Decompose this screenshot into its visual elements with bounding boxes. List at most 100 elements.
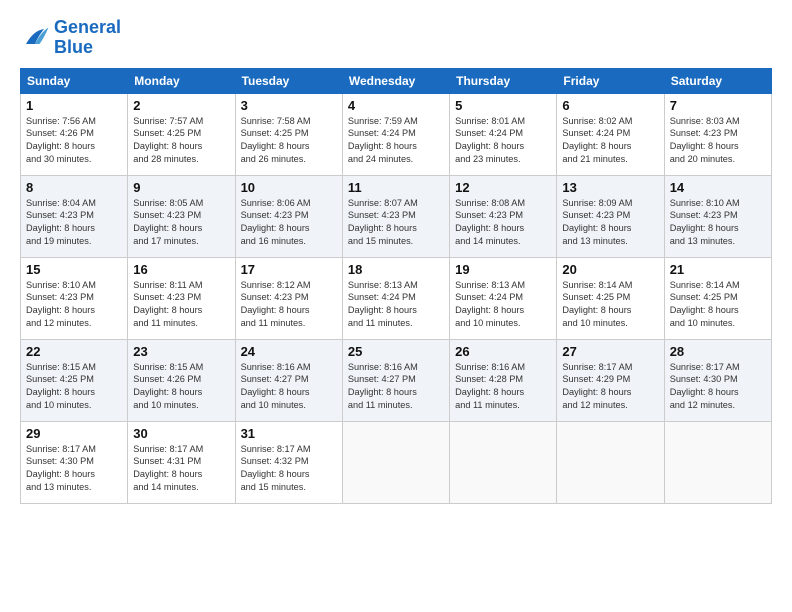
cell-text: Sunrise: 8:11 AMSunset: 4:23 PMDaylight:…	[133, 279, 229, 331]
logo: General Blue	[20, 18, 121, 58]
page: General Blue SundayMondayTuesdayWednesda…	[0, 0, 792, 514]
logo-blue: Blue	[54, 37, 93, 57]
cell-text: Sunrise: 8:12 AMSunset: 4:23 PMDaylight:…	[241, 279, 337, 331]
calendar-cell: 9Sunrise: 8:05 AMSunset: 4:23 PMDaylight…	[128, 175, 235, 257]
calendar-cell: 1 Sunrise: 7:56 AMSunset: 4:26 PMDaylight…	[21, 93, 128, 175]
day-number: 8	[26, 180, 122, 195]
weekday-header-friday: Friday	[557, 68, 664, 93]
cell-text: Sunrise: 8:16 AMSunset: 4:28 PMDaylight:…	[455, 361, 551, 413]
calendar-cell: 10 Sunrise: 8:06 AMSunset: 4:23 PMDayligh…	[235, 175, 342, 257]
calendar-cell: 13 Sunrise: 8:09 AMSunset: 4:23 PMDayligh…	[557, 175, 664, 257]
cell-text: Sunrise: 8:16 AMSunset: 4:27 PMDaylight:…	[241, 361, 337, 413]
day-number: 30	[133, 426, 229, 441]
calendar-cell: 19 Sunrise: 8:13 AMSunset: 4:24 PMDayligh…	[450, 257, 557, 339]
day-number: 2	[133, 98, 229, 113]
weekday-header-sunday: Sunday	[21, 68, 128, 93]
calendar-cell: 14 Sunrise: 8:10 AMSunset: 4:23 PMDayligh…	[664, 175, 771, 257]
cell-text: Sunrise: 8:04 AMSunset: 4:23 PMDaylight:…	[26, 197, 122, 249]
calendar-cell: 7Sunrise: 8:03 AMSunset: 4:23 PMDaylight…	[664, 93, 771, 175]
cell-text: Sunrise: 8:13 AMSunset: 4:24 PMDaylight:…	[348, 279, 444, 331]
cell-text: Sunrise: 8:07 AMSunset: 4:23 PMDaylight:…	[348, 197, 444, 249]
calendar-week-2: 8 Sunrise: 8:04 AMSunset: 4:23 PMDaylight…	[21, 175, 772, 257]
calendar-cell: 25 Sunrise: 8:16 AMSunset: 4:27 PMDayligh…	[342, 339, 449, 421]
cell-text: Sunrise: 8:15 AMSunset: 4:25 PMDaylight:…	[26, 361, 122, 413]
calendar-cell: 2 Sunrise: 7:57 AMSunset: 4:25 PMDaylight…	[128, 93, 235, 175]
calendar-table: SundayMondayTuesdayWednesdayThursdayFrid…	[20, 68, 772, 504]
day-number: 15	[26, 262, 122, 277]
day-number: 16	[133, 262, 229, 277]
cell-text: Sunrise: 7:57 AMSunset: 4:25 PMDaylight:…	[133, 115, 229, 167]
weekday-header-tuesday: Tuesday	[235, 68, 342, 93]
weekday-header-saturday: Saturday	[664, 68, 771, 93]
day-number: 10	[241, 180, 337, 195]
cell-text: Sunrise: 7:59 AMSunset: 4:24 PMDaylight:…	[348, 115, 444, 167]
day-number: 9	[133, 180, 229, 195]
cell-text: Sunrise: 8:17 AMSunset: 4:31 PMDaylight:…	[133, 443, 229, 495]
calendar-cell: 23Sunrise: 8:15 AMSunset: 4:26 PMDayligh…	[128, 339, 235, 421]
calendar-week-4: 22 Sunrise: 8:15 AMSunset: 4:25 PMDayligh…	[21, 339, 772, 421]
calendar-cell: 11 Sunrise: 8:07 AMSunset: 4:23 PMDayligh…	[342, 175, 449, 257]
calendar-cell: 3Sunrise: 7:58 AMSunset: 4:25 PMDaylight…	[235, 93, 342, 175]
cell-text: Sunrise: 8:16 AMSunset: 4:27 PMDaylight:…	[348, 361, 444, 413]
calendar-cell: 6 Sunrise: 8:02 AMSunset: 4:24 PMDaylight…	[557, 93, 664, 175]
calendar-cell	[342, 421, 449, 503]
calendar-cell: 31Sunrise: 8:17 AMSunset: 4:32 PMDayligh…	[235, 421, 342, 503]
cell-text: Sunrise: 8:14 AMSunset: 4:25 PMDaylight:…	[670, 279, 766, 331]
calendar-cell: 18Sunrise: 8:13 AMSunset: 4:24 PMDayligh…	[342, 257, 449, 339]
weekday-header-monday: Monday	[128, 68, 235, 93]
calendar-cell: 20Sunrise: 8:14 AMSunset: 4:25 PMDayligh…	[557, 257, 664, 339]
cell-text: Sunrise: 8:01 AMSunset: 4:24 PMDaylight:…	[455, 115, 551, 167]
cell-text: Sunrise: 8:02 AMSunset: 4:24 PMDaylight:…	[562, 115, 658, 167]
day-number: 13	[562, 180, 658, 195]
day-number: 11	[348, 180, 444, 195]
day-number: 25	[348, 344, 444, 359]
day-number: 26	[455, 344, 551, 359]
calendar-cell: 28Sunrise: 8:17 AMSunset: 4:30 PMDayligh…	[664, 339, 771, 421]
calendar-cell: 8 Sunrise: 8:04 AMSunset: 4:23 PMDaylight…	[21, 175, 128, 257]
calendar-header-row: SundayMondayTuesdayWednesdayThursdayFrid…	[21, 68, 772, 93]
day-number: 29	[26, 426, 122, 441]
calendar-cell: 4Sunrise: 7:59 AMSunset: 4:24 PMDaylight…	[342, 93, 449, 175]
cell-text: Sunrise: 8:15 AMSunset: 4:26 PMDaylight:…	[133, 361, 229, 413]
cell-text: Sunrise: 8:10 AMSunset: 4:23 PMDaylight:…	[670, 197, 766, 249]
cell-text: Sunrise: 7:56 AMSunset: 4:26 PMDaylight:…	[26, 115, 122, 167]
day-number: 21	[670, 262, 766, 277]
day-number: 1	[26, 98, 122, 113]
day-number: 27	[562, 344, 658, 359]
day-number: 5	[455, 98, 551, 113]
calendar-week-3: 15 Sunrise: 8:10 AMSunset: 4:23 PMDayligh…	[21, 257, 772, 339]
cell-text: Sunrise: 7:58 AMSunset: 4:25 PMDaylight:…	[241, 115, 337, 167]
day-number: 24	[241, 344, 337, 359]
calendar-cell	[450, 421, 557, 503]
cell-text: Sunrise: 8:14 AMSunset: 4:25 PMDaylight:…	[562, 279, 658, 331]
calendar-cell: 12Sunrise: 8:08 AMSunset: 4:23 PMDayligh…	[450, 175, 557, 257]
cell-text: Sunrise: 8:17 AMSunset: 4:32 PMDaylight:…	[241, 443, 337, 495]
day-number: 19	[455, 262, 551, 277]
logo-general: General	[54, 17, 121, 37]
calendar-cell: 27Sunrise: 8:17 AMSunset: 4:29 PMDayligh…	[557, 339, 664, 421]
cell-text: Sunrise: 8:08 AMSunset: 4:23 PMDaylight:…	[455, 197, 551, 249]
cell-text: Sunrise: 8:06 AMSunset: 4:23 PMDaylight:…	[241, 197, 337, 249]
cell-text: Sunrise: 8:13 AMSunset: 4:24 PMDaylight:…	[455, 279, 551, 331]
calendar-cell: 21 Sunrise: 8:14 AMSunset: 4:25 PMDayligh…	[664, 257, 771, 339]
calendar-cell: 26 Sunrise: 8:16 AMSunset: 4:28 PMDayligh…	[450, 339, 557, 421]
cell-text: Sunrise: 8:17 AMSunset: 4:30 PMDaylight:…	[670, 361, 766, 413]
day-number: 22	[26, 344, 122, 359]
calendar-cell: 15 Sunrise: 8:10 AMSunset: 4:23 PMDayligh…	[21, 257, 128, 339]
day-number: 14	[670, 180, 766, 195]
calendar-cell: 30 Sunrise: 8:17 AMSunset: 4:31 PMDayligh…	[128, 421, 235, 503]
weekday-header-wednesday: Wednesday	[342, 68, 449, 93]
cell-text: Sunrise: 8:10 AMSunset: 4:23 PMDaylight:…	[26, 279, 122, 331]
calendar-cell	[664, 421, 771, 503]
day-number: 17	[241, 262, 337, 277]
calendar-cell: 5 Sunrise: 8:01 AMSunset: 4:24 PMDaylight…	[450, 93, 557, 175]
cell-text: Sunrise: 8:17 AMSunset: 4:30 PMDaylight:…	[26, 443, 122, 495]
calendar-week-1: 1 Sunrise: 7:56 AMSunset: 4:26 PMDaylight…	[21, 93, 772, 175]
cell-text: Sunrise: 8:03 AMSunset: 4:23 PMDaylight:…	[670, 115, 766, 167]
calendar-week-5: 29 Sunrise: 8:17 AMSunset: 4:30 PMDayligh…	[21, 421, 772, 503]
logo-text: General Blue	[54, 18, 121, 58]
day-number: 6	[562, 98, 658, 113]
calendar-cell: 22 Sunrise: 8:15 AMSunset: 4:25 PMDayligh…	[21, 339, 128, 421]
cell-text: Sunrise: 8:09 AMSunset: 4:23 PMDaylight:…	[562, 197, 658, 249]
weekday-header-thursday: Thursday	[450, 68, 557, 93]
